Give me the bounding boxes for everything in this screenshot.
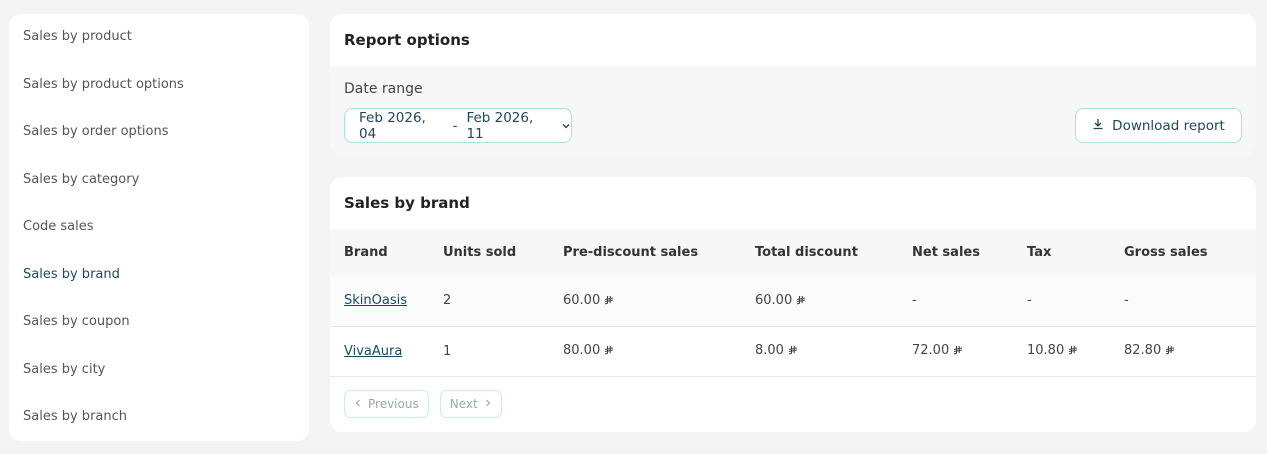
next-label: Next [449,397,478,411]
report-options-body: Date range Feb 2026, 04 - Feb 2026, 11 D… [330,66,1256,155]
previous-page-button[interactable]: Previous [344,390,429,418]
download-icon [1092,118,1104,134]
sidebar-item-sales-by-branch[interactable]: Sales by branch [9,408,309,454]
sidebar-item-sales-by-brand[interactable]: Sales by brand [9,266,309,314]
next-page-button[interactable]: Next [439,390,502,418]
gross-sales-cell: - [1124,293,1129,309]
sidebar-item-sales-by-product-options[interactable]: Sales by product options [9,76,309,124]
pre-discount-cell: 80.00 [563,326,755,376]
units-sold-cell: 1 [443,343,452,359]
pre-discount-cell: 60.00 [563,276,755,326]
col-brand: Brand [344,245,388,260]
col-units-sold: Units sold [443,245,517,260]
total-discount-cell: 60.00 [755,276,912,326]
col-net-sales: Net sales [912,245,980,260]
riyal-icon [1165,344,1175,359]
sidebar-item-sales-by-city[interactable]: Sales by city [9,361,309,409]
total-discount-cell: 8.00 [755,326,912,376]
tax-cell: 10.80 [1027,326,1124,376]
chevron-down-icon [561,121,571,131]
riyal-icon [953,344,963,359]
table-row: VivaAura 1 80.00 8.00 72.00 10.80 82.80 [330,326,1256,376]
date-range-picker[interactable]: Feb 2026, 04 - Feb 2026, 11 [344,108,572,143]
download-report-button[interactable]: Download report [1075,108,1242,143]
col-total-discount: Total discount [755,245,858,260]
riyal-icon [604,344,614,359]
date-from: Feb 2026, 04 [359,109,426,142]
col-gross-sales: Gross sales [1124,245,1208,260]
sidebar-item-code-sales[interactable]: Code sales [9,218,309,266]
report-options-card: Report options Date range Feb 2026, 04 -… [330,14,1256,155]
gross-sales-cell: 82.80 [1124,326,1256,376]
col-tax: Tax [1027,245,1052,260]
sales-by-brand-card: Sales by brand Brand Units sold Pre-disc… [330,177,1256,432]
riyal-icon [788,344,798,359]
sales-by-brand-table: Brand Units sold Pre-discount sales Tota… [330,229,1256,377]
date-range-label: Date range [344,81,423,97]
table-header-row: Brand Units sold Pre-discount sales Tota… [330,229,1256,276]
sidebar: Sales by product Sales by product option… [9,14,309,441]
tax-cell: - [1027,293,1032,309]
riyal-icon [1068,344,1078,359]
sales-by-brand-title: Sales by brand [344,194,470,212]
sidebar-item-sales-by-order-options[interactable]: Sales by order options [9,123,309,171]
brand-link[interactable]: SkinOasis [344,293,407,308]
date-separator: - [452,117,458,134]
col-pre-discount-sales: Pre-discount sales [563,245,699,260]
table-row: SkinOasis 2 60.00 60.00 - - - [330,276,1256,326]
chevron-left-icon [354,397,362,411]
sidebar-item-sales-by-coupon[interactable]: Sales by coupon [9,313,309,361]
sidebar-item-sales-by-product[interactable]: Sales by product [9,28,309,76]
date-to: Feb 2026, 11 [466,109,534,142]
riyal-icon [796,294,806,309]
download-report-label: Download report [1112,117,1225,134]
riyal-icon [604,294,614,309]
units-sold-cell: 2 [443,293,452,309]
net-sales-cell: 72.00 [912,326,1027,376]
pagination: Previous Next [344,390,502,418]
sidebar-item-sales-by-category[interactable]: Sales by category [9,171,309,219]
report-options-title: Report options [344,31,470,49]
brand-link[interactable]: VivaAura [344,344,402,359]
net-sales-cell: - [912,293,917,309]
chevron-right-icon [484,397,492,411]
previous-label: Previous [368,397,419,411]
